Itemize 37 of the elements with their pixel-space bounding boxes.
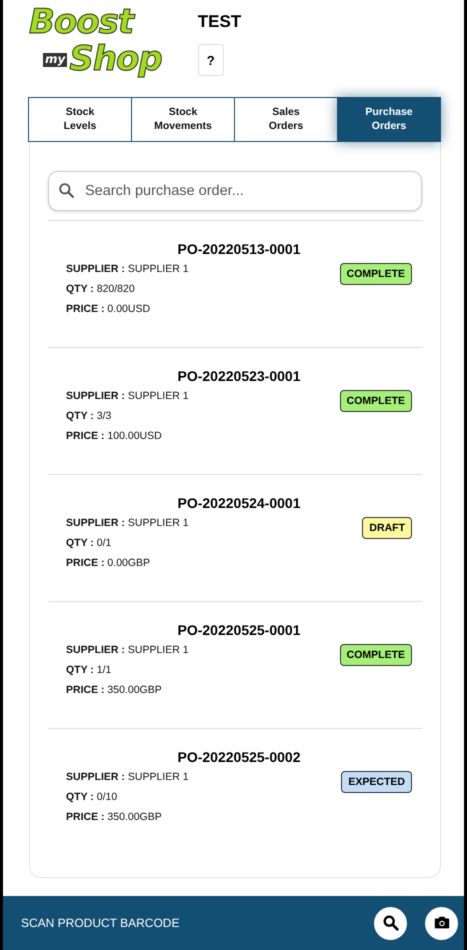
order-detail: QTY : 820/820 [66,283,136,295]
order-detail: PRICE : 0.00GBP [66,557,152,569]
order-detail: QTY : 0/10 [66,791,118,803]
status-badge: EXPECTED [341,771,412,793]
order-detail: PRICE : 0.00USD [66,303,152,315]
order-detail: PRICE : 350.00GBP [66,811,163,823]
tab[interactable]: Sales Orders [234,97,338,142]
tab[interactable]: Stock Levels [28,97,132,142]
order-detail: QTY : 0/1 [66,537,112,549]
status-badge: DRAFT [362,517,412,539]
status-badge: COMPLETE [340,263,412,285]
order-number: PO-20220525-0001 [176,622,302,638]
store-name: TEST [198,12,242,32]
order-detail: PRICE : 350.00GBP [66,684,163,696]
order-detail: QTY : 3/3 [66,410,112,422]
search-icon [58,182,75,199]
order-number: PO-20220523-0001 [176,368,302,384]
order-detail: PRICE : 100.00USD [66,430,163,442]
order-detail: SUPPLIER : SUPPLIER 1 [66,771,189,783]
status-badge: COMPLETE [340,390,412,412]
order-detail: SUPPLIER : SUPPLIER 1 [66,517,189,529]
tab[interactable]: Stock Movements [131,97,235,142]
help-button[interactable]: ? [198,44,224,76]
order-detail: SUPPLIER : SUPPLIER 1 [66,644,189,656]
search-icon [382,914,400,932]
order-detail: QTY : 1/1 [66,664,112,676]
order-number: PO-20220525-0002 [176,749,302,765]
order-number: PO-20220513-0001 [176,241,302,257]
scan-barcode-label[interactable]: SCAN PRODUCT BARCODE [21,916,180,930]
order-detail: SUPPLIER : SUPPLIER 1 [66,263,189,275]
order-number: PO-20220524-0001 [176,495,302,511]
order-detail: SUPPLIER : SUPPLIER 1 [66,390,189,402]
camera-button[interactable] [425,906,458,940]
search-field[interactable]: Search purchase order... [48,171,422,211]
search-button[interactable] [374,906,407,940]
tab[interactable]: Purchase Orders [337,97,441,142]
status-badge: COMPLETE [340,644,412,666]
